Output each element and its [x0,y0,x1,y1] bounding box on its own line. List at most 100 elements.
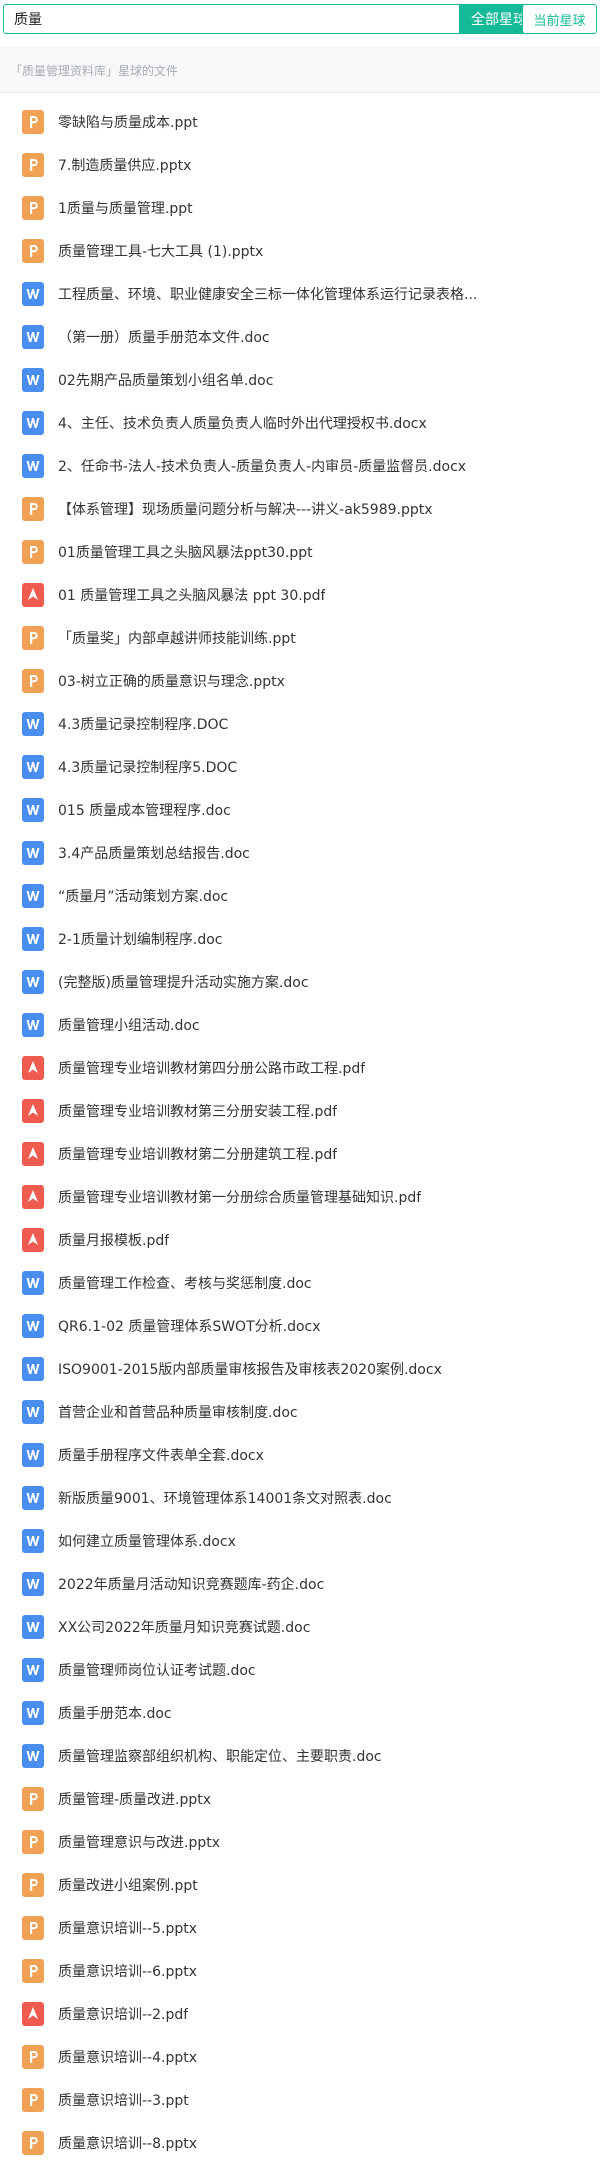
file-row[interactable]: 质量管理专业培训教材第一分册综合质量管理基础知识.pdf [0,1175,600,1218]
file-name: 【体系管理】现场质量问题分析与解决---讲义-ak5989.pptx [58,501,433,518]
word-file-icon [22,1313,44,1338]
file-name: 03-树立正确的质量意识与理念.pptx [58,673,285,690]
file-row[interactable]: 质量管理师岗位认证考试题.doc [0,1648,600,1691]
file-name: 质量改进小组案例.ppt [58,1877,198,1894]
word-file-icon [22,754,44,779]
file-row[interactable]: 4.3质量记录控制程序.DOC [0,702,600,745]
file-name: （第一册）质量手册范本文件.doc [58,329,270,346]
word-file-icon [22,883,44,908]
file-row[interactable]: 02先期产品质量策划小组名单.doc [0,358,600,401]
file-row[interactable]: （第一册）质量手册范本文件.doc [0,315,600,358]
word-file-icon [22,324,44,349]
file-row[interactable]: 质量手册程序文件表单全套.docx [0,1433,600,1476]
current-planet-button[interactable]: 当前星球 [522,4,597,34]
file-row[interactable]: 质量手册范本.doc [0,1691,600,1734]
file-name: 2、任命书-法人-技术负责人-质量负责人-内审员-质量监督员.docx [58,458,467,475]
ppt-file-icon [22,109,44,134]
file-row[interactable]: 质量管理监察部组织机构、职能定位、主要职责.doc [0,1734,600,1777]
file-row[interactable]: 4.3质量记录控制程序5.DOC [0,745,600,788]
ppt-file-icon [22,195,44,220]
pdf-file-icon [22,1055,44,1080]
file-row[interactable]: 质量管理工具-七大工具 (1).pptx [0,229,600,272]
file-row[interactable]: 3.4产品质量策划总结报告.doc [0,831,600,874]
ppt-file-icon [22,1872,44,1897]
word-file-icon [22,1528,44,1553]
ppt-file-icon [22,2087,44,2112]
file-row[interactable]: 7.制造质量供应.pptx [0,143,600,186]
file-name: QR6.1-02 质量管理体系SWOT分析.docx [58,1318,321,1335]
ppt-file-icon [22,1915,44,1940]
file-row[interactable]: “质量月”活动策划方案.doc [0,874,600,917]
search-scope-text: 「质量管理资料库」星球的文件 [10,64,179,78]
file-row[interactable]: 015 质量成本管理程序.doc [0,788,600,831]
file-row[interactable]: 如何建立质量管理体系.docx [0,1519,600,1562]
file-row[interactable]: 质量管理小组活动.doc [0,1003,600,1046]
file-name: 3.4产品质量策划总结报告.doc [58,845,250,862]
ppt-file-icon [22,2044,44,2069]
file-row[interactable]: XX公司2022年质量月知识竞赛试题.doc [0,1605,600,1648]
file-name: 「质量奖」内部卓越讲师技能训练.ppt [58,630,296,647]
file-row[interactable]: 2-1质量计划编制程序.doc [0,917,600,960]
file-name: 零缺陷与质量成本.ppt [58,114,198,131]
file-row[interactable]: 新版质量9001、环境管理体系14001条文对照表.doc [0,1476,600,1519]
file-name: 02先期产品质量策划小组名单.doc [58,372,274,389]
file-name: 4.3质量记录控制程序.DOC [58,716,229,733]
file-name: 01质量管理工具之头脑风暴法ppt30.ppt [58,544,313,561]
file-row[interactable]: QR6.1-02 质量管理体系SWOT分析.docx [0,1304,600,1347]
file-name: 2022年质量月活动知识竞赛题库-药企.doc [58,1576,325,1593]
search-input[interactable] [4,5,459,33]
file-row[interactable]: 质量管理-质量改进.pptx [0,1777,600,1820]
file-row[interactable]: 4、主任、技术负责人质量负责人临时外出代理授权书.docx [0,401,600,444]
file-row[interactable]: 质量管理工作检查、考核与奖惩制度.doc [0,1261,600,1304]
word-file-icon [22,281,44,306]
file-row[interactable]: ISO9001-2015版内部质量审核报告及审核表2020案例.docx [0,1347,600,1390]
file-name: 质量意识培训--5.pptx [58,1920,198,1937]
file-row[interactable]: 2、任命书-法人-技术负责人-质量负责人-内审员-质量监督员.docx [0,444,600,487]
word-file-icon [22,969,44,994]
file-row[interactable]: 01质量管理工具之头脑风暴法ppt30.ppt [0,530,600,573]
file-row[interactable]: (完整版)质量管理提升活动实施方案.doc [0,960,600,1003]
file-name: 质量管理师岗位认证考试题.doc [58,1662,256,1679]
file-row[interactable]: 质量意识培训--2.pdf [0,1992,600,2035]
file-row[interactable]: 质量管理专业培训教材第二分册建筑工程.pdf [0,1132,600,1175]
file-name: 质量意识培训--8.pptx [58,2135,198,2152]
word-file-icon [22,1614,44,1639]
file-name: 015 质量成本管理程序.doc [58,802,231,819]
file-name: 首营企业和首营品种质量审核制度.doc [58,1404,298,1421]
word-file-icon [22,367,44,392]
search-scope-banner: 「质量管理资料库」星球的文件 [0,46,600,93]
file-row[interactable]: 质量管理专业培训教材第三分册安装工程.pdf [0,1089,600,1132]
file-row[interactable]: 质量意识培训--6.pptx [0,1949,600,1992]
file-list: 零缺陷与质量成本.ppt 7.制造质量供应.pptx 1质量与质量管理.ppt 质量管… [0,100,600,2164]
word-file-icon [22,410,44,435]
word-file-icon [22,453,44,478]
pdf-file-icon [22,1098,44,1123]
file-name: 质量管理专业培训教材第一分册综合质量管理基础知识.pdf [58,1189,422,1206]
file-row[interactable]: 首营企业和首营品种质量审核制度.doc [0,1390,600,1433]
file-name: 7.制造质量供应.pptx [58,157,192,174]
file-name: 2-1质量计划编制程序.doc [58,931,223,948]
search-bar: 全部星球 当前星球 [0,0,600,40]
file-row[interactable]: 质量管理意识与改进.pptx [0,1820,600,1863]
file-name: 质量管理专业培训教材第四分册公路市政工程.pdf [58,1060,366,1077]
file-row[interactable]: 1质量与质量管理.ppt [0,186,600,229]
ppt-file-icon [22,2130,44,2155]
file-row[interactable]: 「质量奖」内部卓越讲师技能训练.ppt [0,616,600,659]
file-row[interactable]: 01 质量管理工具之头脑风暴法 ppt 30.pdf [0,573,600,616]
file-row[interactable]: 工程质量、环境、职业健康安全三标一体化管理体系运行记录表格... [0,272,600,315]
word-file-icon [22,1657,44,1682]
file-row[interactable]: 2022年质量月活动知识竞赛题库-药企.doc [0,1562,600,1605]
file-name: 工程质量、环境、职业健康安全三标一体化管理体系运行记录表格... [58,286,478,303]
file-row[interactable]: 【体系管理】现场质量问题分析与解决---讲义-ak5989.pptx [0,487,600,530]
file-row[interactable]: 质量月报模板.pdf [0,1218,600,1261]
word-file-icon [22,840,44,865]
file-row[interactable]: 质量意识培训--5.pptx [0,1906,600,1949]
file-row[interactable]: 质量意识培训--4.pptx [0,2035,600,2078]
file-name: 质量管理-质量改进.pptx [58,1791,212,1808]
file-row[interactable]: 质量改进小组案例.ppt [0,1863,600,1906]
file-row[interactable]: 03-树立正确的质量意识与理念.pptx [0,659,600,702]
file-name: 质量意识培训--2.pdf [58,2006,189,2023]
file-row[interactable]: 质量意识培训--3.ppt [0,2078,600,2121]
file-row[interactable]: 零缺陷与质量成本.ppt [0,100,600,143]
file-row[interactable]: 质量管理专业培训教材第四分册公路市政工程.pdf [0,1046,600,1089]
